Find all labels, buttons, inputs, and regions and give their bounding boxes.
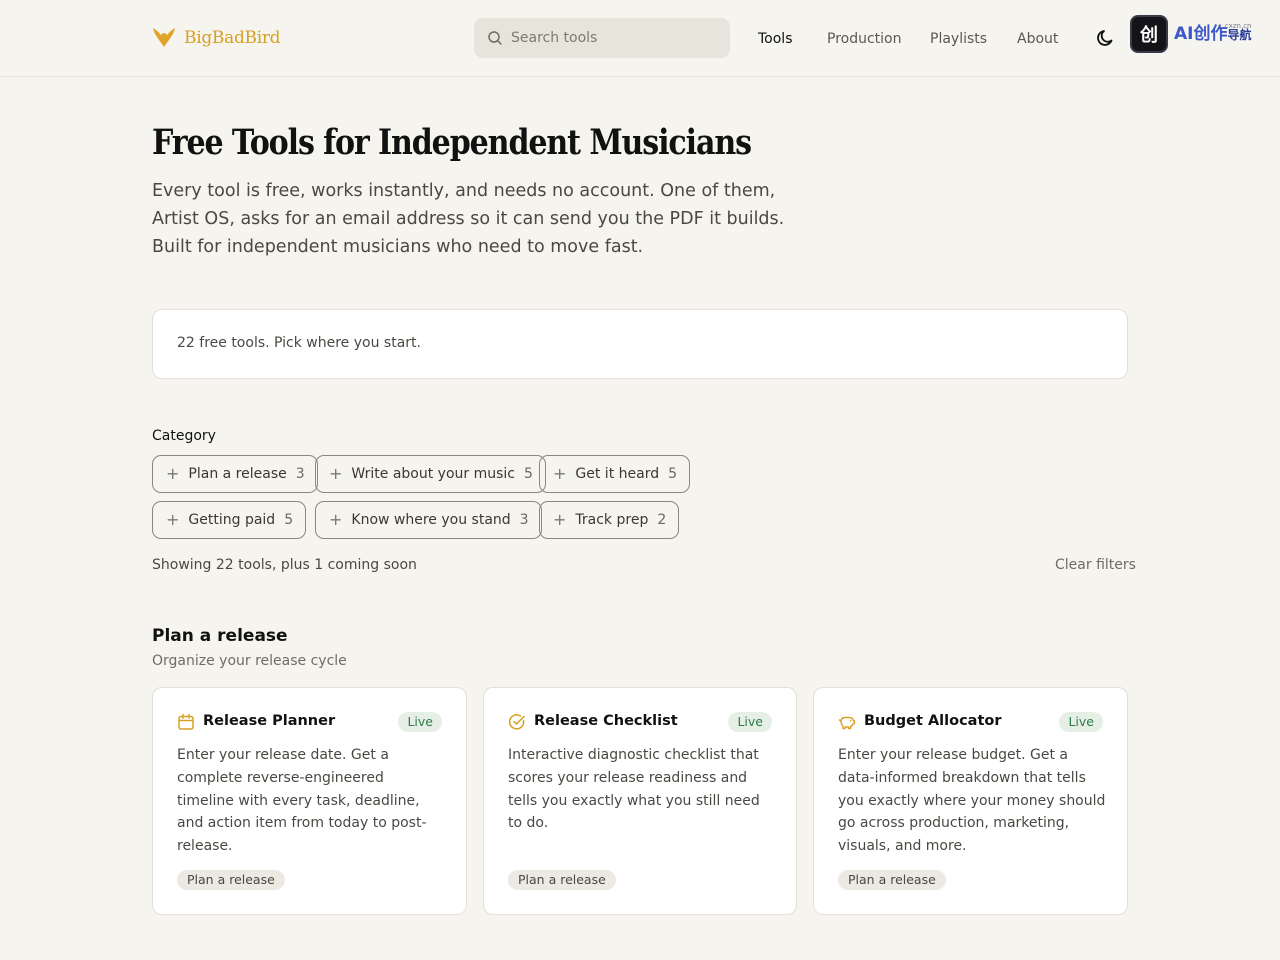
plus-icon: + — [553, 464, 567, 483]
filter-chip-plan-a-release[interactable]: + Plan a release 3 — [152, 455, 318, 493]
category-tag: Plan a release — [838, 870, 946, 890]
page-title: Free Tools for Independent Musicians — [152, 122, 752, 163]
moon-icon[interactable] — [1096, 28, 1116, 48]
tool-count-text: 22 free tools. Pick where you start. — [177, 335, 421, 351]
calendar-icon — [178, 713, 194, 730]
nav-about[interactable]: About — [1017, 30, 1058, 48]
ai-badge-text: AI创作导航 cxzn.cn — [1174, 21, 1252, 44]
card-title: Release Checklist — [534, 713, 678, 729]
main-nav: Tools Production Playlists About — [0, 30, 1280, 50]
tool-card-budget-allocator[interactable]: Budget Allocator Live Enter your release… — [813, 687, 1128, 915]
filter-chip-know-where-you-stand[interactable]: + Know where you stand 3 — [315, 501, 542, 539]
status-badge: Live — [398, 712, 442, 732]
nav-tools[interactable]: Tools — [758, 30, 793, 48]
page-subtitle: Every tool is free, works instantly, and… — [152, 181, 785, 257]
filter-chip-getting-paid[interactable]: + Getting paid 5 — [152, 501, 307, 539]
card-description: Interactive diagnostic checklist that sc… — [508, 747, 760, 832]
clear-filters-link[interactable]: Clear filters — [1055, 557, 1136, 573]
tool-card-release-planner[interactable]: Release Planner Live Enter your release … — [152, 687, 467, 915]
plus-icon: + — [166, 464, 180, 483]
ai-badge-icon: 创 — [1130, 15, 1168, 53]
plus-icon: + — [553, 510, 567, 529]
category-tag: Plan a release — [508, 870, 616, 890]
results-count: Showing 22 tools, plus 1 coming soon — [152, 557, 417, 573]
filter-chip-write-about-your-music[interactable]: + Write about your music 5 — [315, 455, 546, 493]
status-badge: Live — [1059, 712, 1103, 732]
section-title: Plan a release — [152, 626, 288, 646]
plus-icon: + — [329, 464, 343, 483]
tool-count-banner: 22 free tools. Pick where you start. — [152, 309, 1128, 379]
ai-nav-badge[interactable]: 创 AI创作导航 cxzn.cn — [1130, 15, 1260, 53]
plus-icon: + — [166, 510, 180, 529]
card-description: Enter your release budget. Get a data-in… — [838, 747, 1106, 855]
section-subtitle: Organize your release cycle — [152, 653, 347, 669]
card-description: Enter your release date. Get a complete … — [177, 747, 427, 855]
card-title: Release Planner — [203, 713, 336, 729]
filter-chip-get-it-heard[interactable]: + Get it heard 5 — [539, 455, 691, 493]
plus-icon: + — [329, 510, 343, 529]
nav-playlists[interactable]: Playlists — [930, 30, 987, 48]
check-circle-icon — [508, 714, 525, 730]
status-badge: Live — [728, 712, 772, 732]
site-header: BigBadBird Search tools Tools Production… — [0, 0, 1280, 77]
category-label: Category — [152, 428, 216, 444]
filter-chip-track-prep[interactable]: + Track prep 2 — [539, 501, 680, 539]
category-tag: Plan a release — [177, 870, 285, 890]
tool-card-release-checklist[interactable]: Release Checklist Live Interactive diagn… — [483, 687, 797, 915]
piggy-bank-icon — [838, 716, 856, 730]
card-title: Budget Allocator — [864, 713, 1002, 729]
nav-production[interactable]: Production — [827, 30, 901, 48]
